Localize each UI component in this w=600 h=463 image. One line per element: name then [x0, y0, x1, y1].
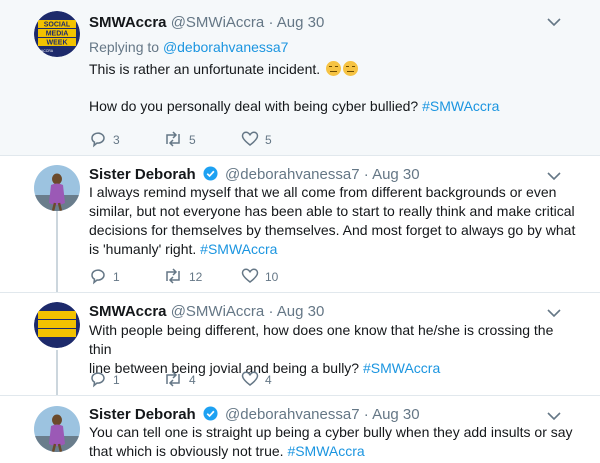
- text-line: is 'humanly' right.: [89, 241, 197, 257]
- smw-accra-logo-icon: SOCIAL MEDIA WEEK ACCRA: [34, 11, 80, 57]
- like-button[interactable]: 10: [241, 267, 278, 285]
- tweet-text: I always remind myself that we all come …: [89, 183, 579, 259]
- avatar[interactable]: [34, 302, 80, 348]
- reply-button[interactable]: 1: [89, 267, 120, 285]
- mention-link[interactable]: @deborahvanessa7: [163, 39, 289, 55]
- reply-count: 1: [113, 270, 120, 284]
- chevron-down-icon[interactable]: [547, 168, 561, 184]
- timestamp[interactable]: Aug 30: [277, 303, 325, 320]
- hashtag-link[interactable]: #SMWAccra: [287, 443, 364, 459]
- text-line: This is rather an unfortunate incident.: [89, 61, 321, 77]
- tweet-header: Sister Deborah @deborahvanessa7 · Aug 30: [89, 406, 420, 423]
- tweet-header: SMWAccra @SMWiAccra · Aug 30: [89, 14, 324, 31]
- timestamp[interactable]: Aug 30: [277, 14, 325, 31]
- user-handle[interactable]: @deborahvanessa7: [225, 166, 360, 183]
- smw-accra-logo-icon: [34, 302, 80, 348]
- text-line: decisions for themselves by themselves. …: [89, 222, 576, 238]
- text-line: How do you personally deal with being cy…: [89, 98, 419, 114]
- retweet-icon: [166, 371, 180, 387]
- replying-to: Replying to @deborahvanessa7: [89, 39, 288, 55]
- tweet-text: You can tell one is straight up being a …: [89, 423, 579, 461]
- retweet-count: 5: [189, 133, 196, 147]
- hashtag-link[interactable]: #SMWAccra: [363, 360, 440, 376]
- tweet-header: Sister Deborah @deborahvanessa7 · Aug 30: [89, 166, 420, 183]
- separator: ·: [268, 14, 274, 31]
- retweet-count: 12: [189, 270, 203, 284]
- like-count: 10: [265, 270, 279, 284]
- separator: ·: [363, 406, 369, 423]
- chevron-down-icon[interactable]: [547, 305, 561, 321]
- display-name[interactable]: Sister Deborah: [89, 406, 196, 423]
- tweet-sister-deborah-1[interactable]: Sister Deborah @deborahvanessa7 · Aug 30…: [0, 156, 600, 292]
- logo-line: WEEK: [47, 40, 68, 47]
- display-name[interactable]: Sister Deborah: [89, 166, 196, 183]
- logo-line: MEDIA: [46, 31, 69, 38]
- avatar[interactable]: [34, 406, 80, 452]
- text-line: that which is obviously not true.: [89, 443, 284, 459]
- text-line: I always remind myself that we all come …: [89, 184, 557, 200]
- chevron-down-icon[interactable]: [547, 408, 561, 424]
- user-handle[interactable]: @SMWiAccra: [171, 303, 265, 320]
- like-button[interactable]: 4: [241, 370, 272, 388]
- sister-deborah-photo-icon: [34, 165, 80, 211]
- reply-count: 1: [113, 373, 120, 387]
- replying-prefix: Replying to: [89, 39, 160, 55]
- like-count: 5: [265, 133, 272, 147]
- reply-icon: [91, 372, 105, 388]
- display-name[interactable]: SMWAccra: [89, 303, 167, 320]
- user-handle[interactable]: @deborahvanessa7: [225, 406, 360, 423]
- retweet-button[interactable]: 5: [163, 130, 196, 148]
- tweet-sister-deborah-2[interactable]: Sister Deborah @deborahvanessa7 · Aug 30…: [0, 396, 600, 463]
- avatar[interactable]: SOCIAL MEDIA WEEK ACCRA: [34, 11, 80, 57]
- retweet-count: 4: [189, 373, 196, 387]
- hashtag-link[interactable]: #SMWAccra: [422, 98, 499, 114]
- tweet-text: This is rather an unfortunate incident. …: [89, 60, 569, 116]
- chevron-down-icon[interactable]: [547, 14, 561, 30]
- retweet-icon: [166, 131, 180, 147]
- heart-icon: [241, 371, 259, 386]
- timestamp[interactable]: Aug 30: [372, 166, 420, 183]
- reply-count: 3: [113, 133, 120, 147]
- verified-badge-icon: [203, 166, 218, 181]
- reply-button[interactable]: 1: [89, 370, 120, 388]
- like-count: 4: [265, 373, 272, 387]
- logo-line: ACCRA: [41, 49, 54, 53]
- verified-badge-icon: [203, 406, 218, 421]
- avatar[interactable]: [34, 165, 80, 211]
- display-name[interactable]: SMWAccra: [89, 14, 167, 31]
- neutral-face-emoji-icon: [343, 61, 359, 76]
- text-line: similar, but not everyone has been able …: [89, 203, 575, 219]
- like-button[interactable]: 5: [241, 130, 272, 148]
- reply-button[interactable]: 3: [89, 130, 120, 148]
- reply-icon: [91, 132, 105, 148]
- heart-icon: [241, 268, 259, 283]
- reply-icon: [91, 269, 105, 285]
- logo-line: SOCIAL: [44, 22, 71, 29]
- separator: ·: [363, 166, 369, 183]
- text-line: line between being jovial and being a bu…: [89, 360, 360, 376]
- hashtag-link[interactable]: #SMWAccra: [200, 241, 277, 257]
- timestamp[interactable]: Aug 30: [372, 406, 420, 423]
- text-line: You can tell one is straight up being a …: [89, 424, 573, 440]
- heart-icon: [241, 131, 259, 146]
- tweet-header: SMWAccra @SMWiAccra · Aug 30: [89, 303, 324, 320]
- retweet-button[interactable]: 4: [163, 370, 196, 388]
- retweet-icon: [166, 268, 180, 284]
- retweet-button[interactable]: 12: [163, 267, 202, 285]
- separator: ·: [268, 303, 274, 320]
- user-handle[interactable]: @SMWiAccra: [171, 14, 265, 31]
- tweet-smwaccra-1[interactable]: SOCIAL MEDIA WEEK ACCRA SMWAccra @SMWiAc…: [0, 0, 600, 155]
- tweet-smwaccra-2[interactable]: SMWAccra @SMWiAccra · Aug 30 With people…: [0, 293, 600, 395]
- sister-deborah-photo-icon: [34, 406, 80, 452]
- expressionless-emoji-icon: [326, 61, 342, 76]
- text-line: With people being different, how does on…: [89, 322, 554, 357]
